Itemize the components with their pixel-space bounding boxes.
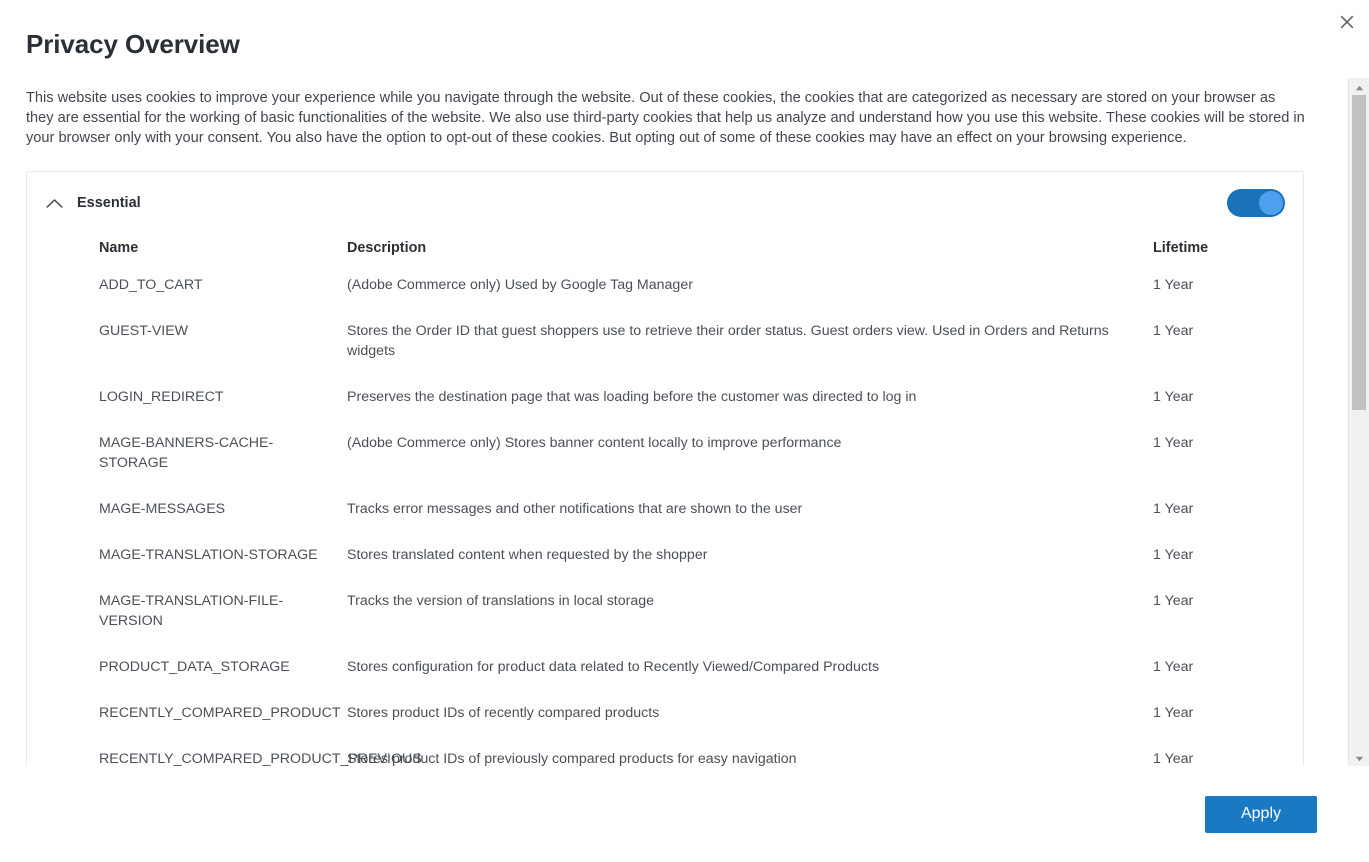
- page-title: Privacy Overview: [26, 29, 240, 59]
- table-header-row: Name Description Lifetime: [27, 234, 1303, 262]
- column-header-name: Name: [99, 240, 139, 256]
- cell-name: GUEST-VIEW: [99, 323, 189, 339]
- close-button[interactable]: [1331, 6, 1363, 38]
- cell-lifetime: 1 Year: [1153, 389, 1194, 405]
- cell-name: MAGE-TRANSLATION-FILE-VERSION: [99, 593, 284, 629]
- scrollbar-up-button[interactable]: [1349, 78, 1369, 95]
- cell-description: Stores translated content when requested…: [347, 547, 708, 563]
- apply-button[interactable]: Apply: [1205, 795, 1317, 833]
- cell-lifetime: 1 Year: [1153, 659, 1194, 675]
- privacy-overview-modal: Privacy Overview This website uses cooki…: [0, 0, 1369, 862]
- cell-name: RECENTLY_COMPARED_PRODUCT_PREVIOUS: [99, 751, 422, 766]
- table-row: RECENTLY_COMPARED_PRODUCT_PREVIOUS Stores…: [27, 736, 1303, 766]
- cell-description: (Adobe Commerce only) Stores banner cont…: [347, 435, 842, 451]
- category-label: Essential: [77, 195, 141, 211]
- cell-lifetime: 1 Year: [1153, 547, 1194, 563]
- cell-lifetime: 1 Year: [1153, 705, 1194, 721]
- table-body: ADD_TO_CART (Adobe Commerce only) Used by…: [27, 262, 1303, 766]
- cell-name: ADD_TO_CART: [99, 277, 203, 293]
- cell-name: LOGIN_REDIRECT: [99, 389, 224, 405]
- cell-name: RECENTLY_COMPARED_PRODUCT: [99, 705, 341, 721]
- cell-description: (Adobe Commerce only) Used by Google Tag…: [347, 277, 693, 293]
- table-row: PRODUCT_DATA_STORAGE Stores configuration…: [27, 644, 1303, 690]
- cell-description: Tracks error messages and other notifica…: [347, 501, 803, 517]
- modal-footer: Apply: [0, 766, 1345, 862]
- cell-description: Stores configuration for product data re…: [347, 659, 880, 675]
- chevron-up-icon[interactable]: [41, 190, 67, 216]
- cell-description: Preserves the destination page that was …: [347, 389, 917, 405]
- scrollbar-thumb[interactable]: [1352, 95, 1366, 410]
- toggle-knob: [1259, 191, 1283, 215]
- cookie-table: Name Description Lifetime ADD_TO_CART (Ad…: [27, 234, 1303, 766]
- table-row: MAGE-BANNERS-CACHE-STORAGE (Adobe Commerc…: [27, 420, 1303, 486]
- cell-lifetime: 1 Year: [1153, 593, 1194, 609]
- caret-down-icon: [1355, 749, 1364, 767]
- table-row: GUEST-VIEW Stores the Order ID that guest…: [27, 308, 1303, 374]
- category-card-essential: Essential Name Description Lifetime ADD_…: [26, 171, 1304, 766]
- intro-paragraph: This website uses cookies to improve you…: [26, 90, 1305, 146]
- cell-lifetime: 1 Year: [1153, 435, 1194, 451]
- table-row: ADD_TO_CART (Adobe Commerce only) Used by…: [27, 262, 1303, 308]
- caret-up-icon: [1355, 78, 1364, 96]
- cell-lifetime: 1 Year: [1153, 277, 1194, 293]
- modal-scroll-area: This website uses cookies to improve you…: [0, 78, 1345, 766]
- vertical-scrollbar[interactable]: [1348, 78, 1369, 766]
- cell-name: PRODUCT_DATA_STORAGE: [99, 659, 290, 675]
- table-row: LOGIN_REDIRECT Preserves the destination …: [27, 374, 1303, 420]
- scrollbar-down-button[interactable]: [1349, 749, 1369, 766]
- column-header-description: Description: [347, 240, 427, 256]
- table-row: RECENTLY_COMPARED_PRODUCT Stores product …: [27, 690, 1303, 736]
- cell-lifetime: 1 Year: [1153, 751, 1194, 766]
- cell-lifetime: 1 Year: [1153, 323, 1194, 339]
- table-row: MAGE-TRANSLATION-FILE-VERSION Tracks the …: [27, 578, 1303, 644]
- cell-description: Tracks the version of translations in lo…: [347, 593, 655, 609]
- close-icon: [1339, 14, 1355, 30]
- cell-name: MAGE-TRANSLATION-STORAGE: [99, 547, 318, 563]
- cell-description: Stores product IDs of previously compare…: [347, 751, 797, 766]
- scrollbar-track[interactable]: [1349, 95, 1369, 749]
- cell-description: Stores product IDs of recently compared …: [347, 705, 660, 721]
- table-header: Name Description Lifetime: [27, 234, 1303, 262]
- category-header[interactable]: Essential: [27, 172, 1303, 234]
- cell-description: Stores the Order ID that guest shoppers …: [347, 323, 1109, 359]
- table-row: MAGE-MESSAGES Tracks error messages and o…: [27, 486, 1303, 532]
- table-row: MAGE-TRANSLATION-STORAGE Stores translate…: [27, 532, 1303, 578]
- cell-name: MAGE-MESSAGES: [99, 501, 226, 517]
- essential-toggle[interactable]: [1227, 189, 1285, 217]
- cell-name: MAGE-BANNERS-CACHE-STORAGE: [99, 435, 274, 471]
- cell-lifetime: 1 Year: [1153, 501, 1194, 517]
- column-header-lifetime: Lifetime: [1153, 240, 1209, 256]
